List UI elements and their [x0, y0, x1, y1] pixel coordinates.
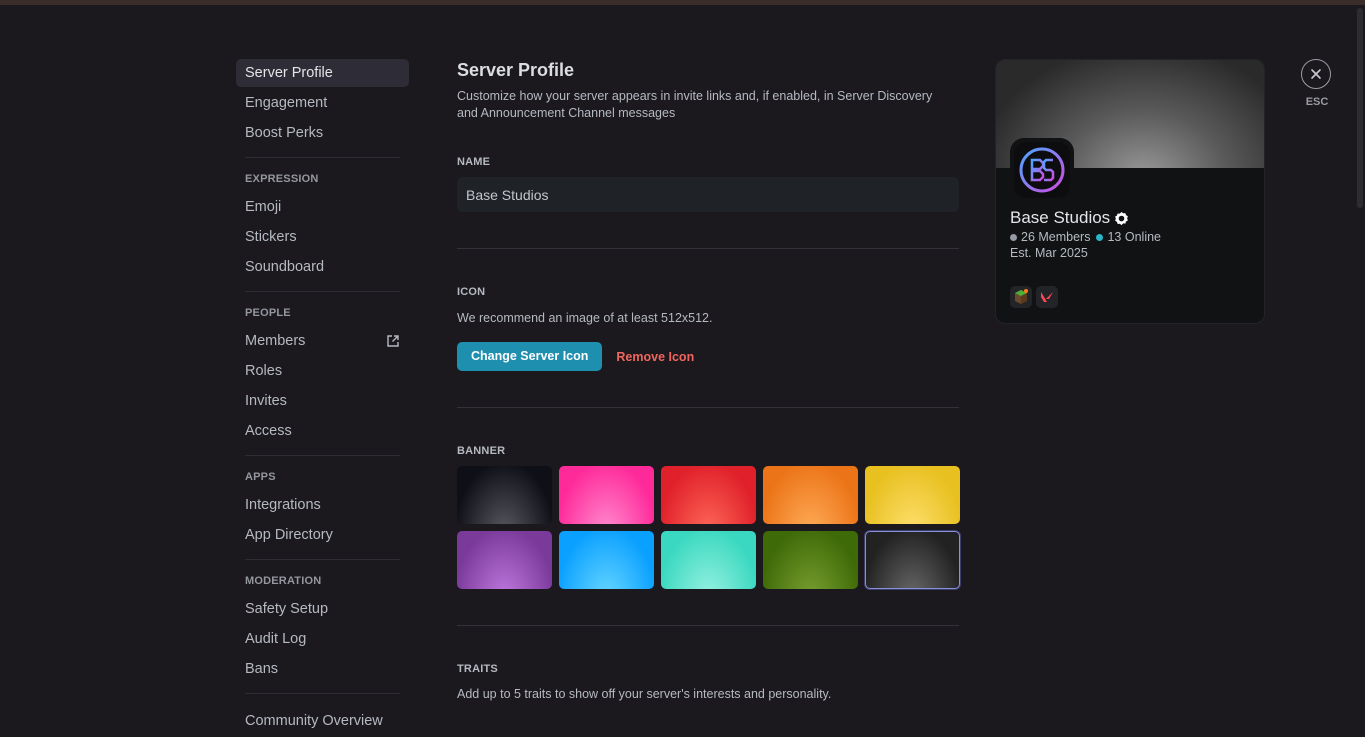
sidebar-item-emoji[interactable]: Emoji — [236, 193, 409, 221]
sidebar-item-boost-perks[interactable]: Boost Perks — [236, 119, 409, 147]
sidebar-header-moderation: MODERATION — [245, 575, 322, 587]
banner-swatch-red[interactable] — [661, 466, 756, 524]
sidebar-item-server-profile[interactable]: Server Profile — [236, 59, 409, 87]
settings-sidebar: Server Profile Engagement Boost Perks EX… — [236, 59, 409, 737]
banner-swatch-black[interactable] — [457, 466, 552, 524]
sidebar-divider — [245, 455, 400, 456]
close-icon — [1311, 69, 1321, 79]
sidebar-item-bans[interactable]: Bans — [236, 655, 409, 683]
banner-swatch-mint[interactable] — [661, 531, 756, 589]
sidebar-item-app-directory[interactable]: App Directory — [236, 521, 409, 549]
esc-label: ESC — [1305, 96, 1329, 108]
icon-help-text: We recommend an image of at least 512x51… — [457, 311, 713, 325]
sidebar-item-integrations[interactable]: Integrations — [236, 491, 409, 519]
banner-swatch-gray[interactable] — [865, 531, 960, 589]
server-profile-panel: Server Profile Customize how your server… — [457, 59, 960, 702]
members-dot — [1010, 233, 1017, 241]
page-scrollbar[interactable] — [1357, 8, 1363, 208]
online-count: 13 Online — [1107, 230, 1161, 244]
sidebar-divider — [245, 291, 400, 292]
valorant-logo-icon — [1036, 286, 1058, 308]
name-label: NAME — [457, 156, 491, 168]
established-date: Est. Mar 2025 — [1010, 246, 1088, 260]
close-button[interactable] — [1301, 59, 1331, 89]
external-link-icon — [387, 335, 399, 347]
sidebar-item-soundboard[interactable]: Soundboard — [236, 253, 409, 281]
trait-badges — [1010, 286, 1062, 308]
icon-label: ICON — [457, 286, 486, 298]
remove-icon-button[interactable]: Remove Icon — [616, 350, 694, 364]
sidebar-item-stickers[interactable]: Stickers — [236, 223, 409, 251]
sidebar-header-people: PEOPLE — [245, 307, 291, 319]
banner-swatch-blue[interactable] — [559, 531, 654, 589]
banner-swatch-orange[interactable] — [763, 466, 858, 524]
sidebar-item-roles[interactable]: Roles — [236, 357, 409, 385]
banner-swatch-green[interactable] — [763, 531, 858, 589]
preview-stats: 26 Members 13 Online — [1010, 230, 1161, 244]
sidebar-item-members[interactable]: Members — [236, 327, 409, 355]
traits-help-text: Add up to 5 traits to show off your serv… — [457, 687, 832, 701]
preview-server-name: Base Studios — [1010, 208, 1129, 228]
banner-swatch-yellow[interactable] — [865, 466, 960, 524]
change-server-icon-button[interactable]: Change Server Icon — [457, 342, 603, 371]
sidebar-divider — [245, 693, 400, 694]
minecraft-block-icon — [1010, 286, 1032, 308]
sidebar-header-expression: EXPRESSION — [245, 173, 319, 185]
page-description: Customize how your server appears in inv… — [457, 89, 933, 120]
server-name-input[interactable] — [457, 177, 959, 212]
sidebar-item-safety-setup[interactable]: Safety Setup — [236, 595, 409, 623]
sidebar-item-audit-log[interactable]: Audit Log — [236, 625, 409, 653]
server-avatar — [1010, 138, 1074, 202]
online-dot — [1096, 233, 1104, 241]
server-name-text: Base Studios — [1010, 208, 1111, 227]
banner-swatch-pink[interactable] — [559, 466, 654, 524]
server-logo-icon — [1019, 147, 1065, 193]
sidebar-item-label: Members — [245, 333, 306, 349]
page-title: Server Profile — [457, 60, 575, 80]
sidebar-divider — [245, 157, 400, 158]
server-preview-card: Base Studios 26 Members 13 Online Est. M… — [995, 59, 1265, 324]
sidebar-item-community-overview[interactable]: Community Overview — [236, 707, 409, 735]
members-count: 26 Members — [1021, 230, 1091, 244]
banner-color-grid — [457, 466, 960, 589]
sidebar-item-access[interactable]: Access — [236, 417, 409, 445]
community-badge-icon — [1115, 211, 1129, 225]
sidebar-item-invites[interactable]: Invites — [236, 387, 409, 415]
top-border — [0, 0, 1365, 5]
banner-label: BANNER — [457, 445, 506, 457]
traits-label: TRAITS — [457, 663, 498, 675]
sidebar-header-apps: APPS — [245, 471, 276, 483]
sidebar-item-engagement[interactable]: Engagement — [236, 89, 409, 117]
banner-swatch-purple[interactable] — [457, 531, 552, 589]
sidebar-divider — [245, 559, 400, 560]
